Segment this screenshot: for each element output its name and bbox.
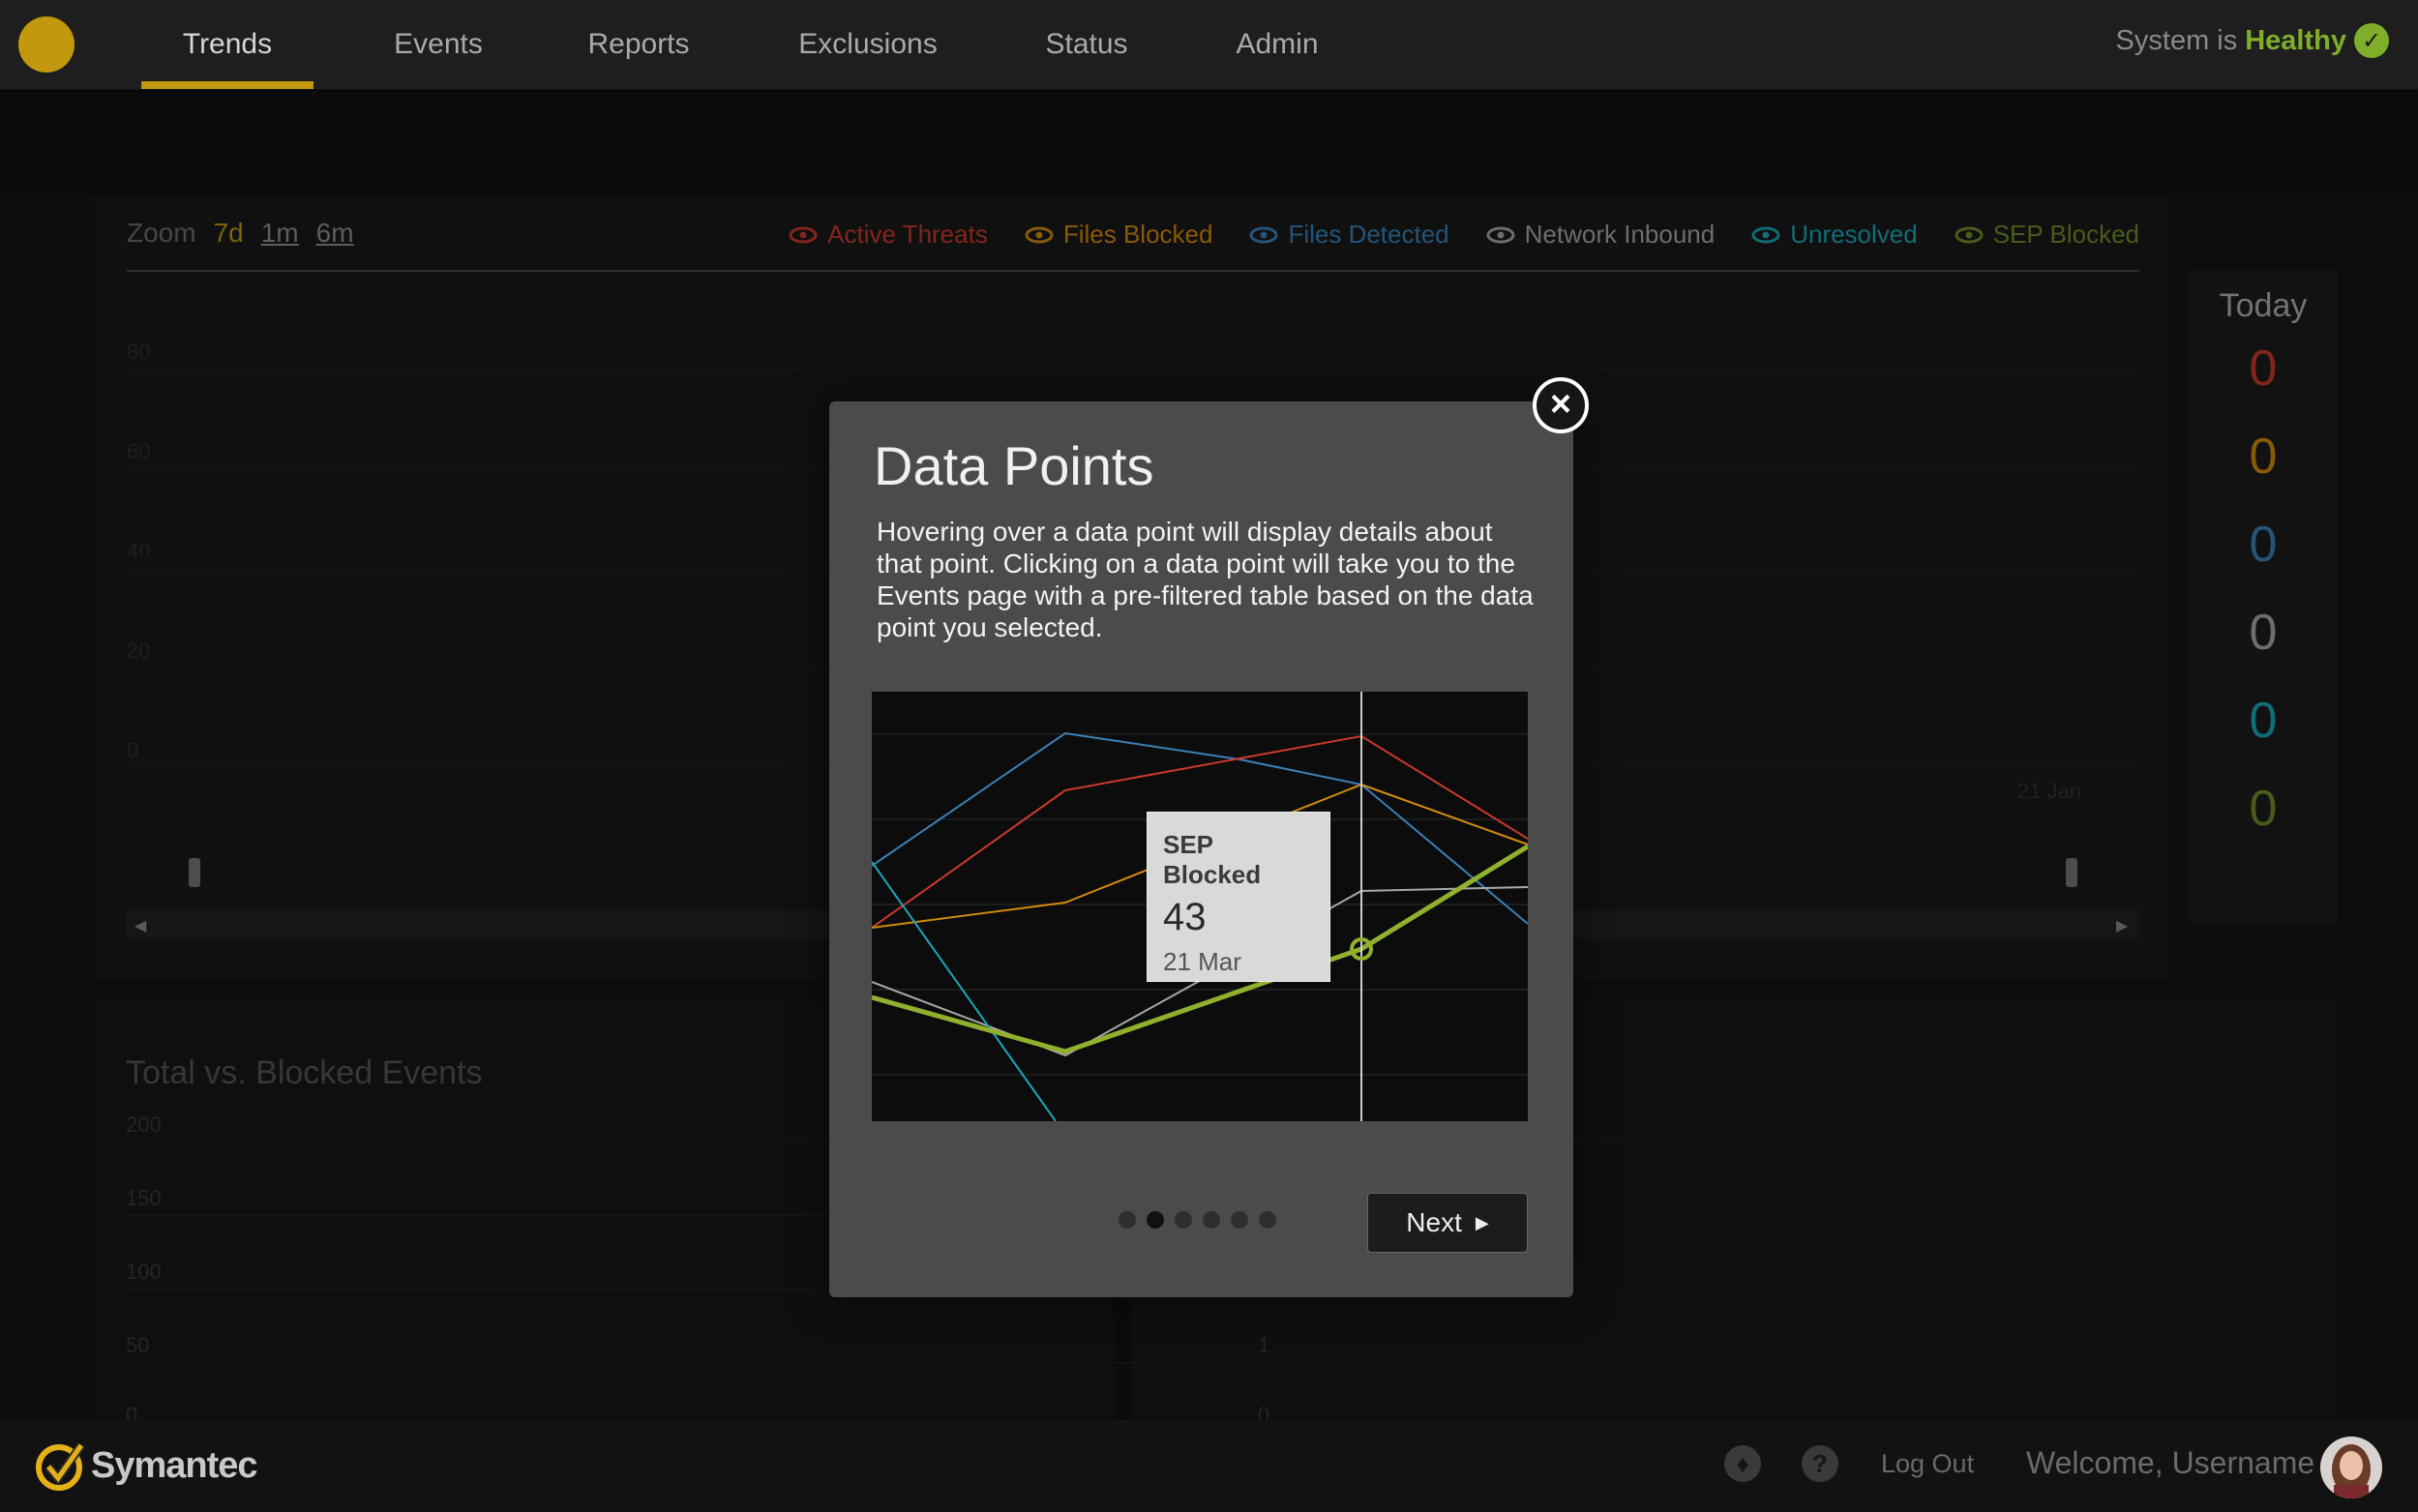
lightbulb-icon[interactable]: ♦ [1724,1445,1761,1482]
next-label: Next [1406,1207,1462,1237]
tab-admin[interactable]: Admin [1221,0,1333,89]
brand-name: Symantec [91,1444,258,1486]
tooltip-date: 21 Mar [1163,947,1241,976]
page-dot-6[interactable] [1259,1211,1276,1229]
chart-preview-image: SEP Blocked 43 21 Mar [871,692,1530,1122]
footer-bar: Symantec ♦ ? Log Out Welcome, Username [0,1420,2418,1512]
modal-description: Hovering over a data point will display … [877,517,1534,642]
status-prefix: System is [2115,24,2238,56]
modal-title: Data Points [874,435,1154,496]
status-value: Healthy [2245,24,2346,56]
tab-exclusions[interactable]: Exclusions [786,0,950,89]
logout-link[interactable]: Log Out [1881,1449,1974,1479]
tab-events[interactable]: Events [377,0,499,89]
tab-trends[interactable]: Trends [141,0,313,89]
pagination-dots [1119,1211,1276,1229]
symantec-logo: Symantec [35,1439,258,1492]
top-nav-bar: Trends Events Reports Exclusions Status … [0,0,2418,90]
close-icon[interactable]: × [1533,377,1589,433]
page-dot-2[interactable] [1147,1211,1164,1229]
data-point-tooltip: SEP Blocked 43 21 Mar [1147,812,1330,982]
tab-status[interactable]: Status [1031,0,1142,89]
page-dot-5[interactable] [1231,1211,1248,1229]
welcome-text: Welcome, Username [2026,1445,2315,1480]
caret-right-icon: ▶ [1475,1212,1489,1232]
avatar[interactable] [2320,1437,2382,1498]
tooltip-value: 43 [1163,896,1207,938]
app-logo[interactable] [18,16,75,73]
tooltip-series-name: SEP Blocked [1163,830,1262,889]
check-circle-icon: ✓ [2354,23,2389,58]
tab-reports[interactable]: Reports [571,0,706,89]
checkmark-logo-icon [36,1442,85,1491]
system-status[interactable]: System is Healthy ✓ [2116,23,2389,58]
page-dot-3[interactable] [1175,1211,1192,1229]
next-button[interactable]: Next ▶ [1367,1193,1528,1253]
help-icon[interactable]: ? [1802,1445,1838,1482]
user-photo [2320,1437,2382,1498]
page-dot-4[interactable] [1203,1211,1220,1229]
page-dot-1[interactable] [1119,1211,1136,1229]
data-points-modal: Data Points Hovering over a data point w… [829,401,1573,1297]
